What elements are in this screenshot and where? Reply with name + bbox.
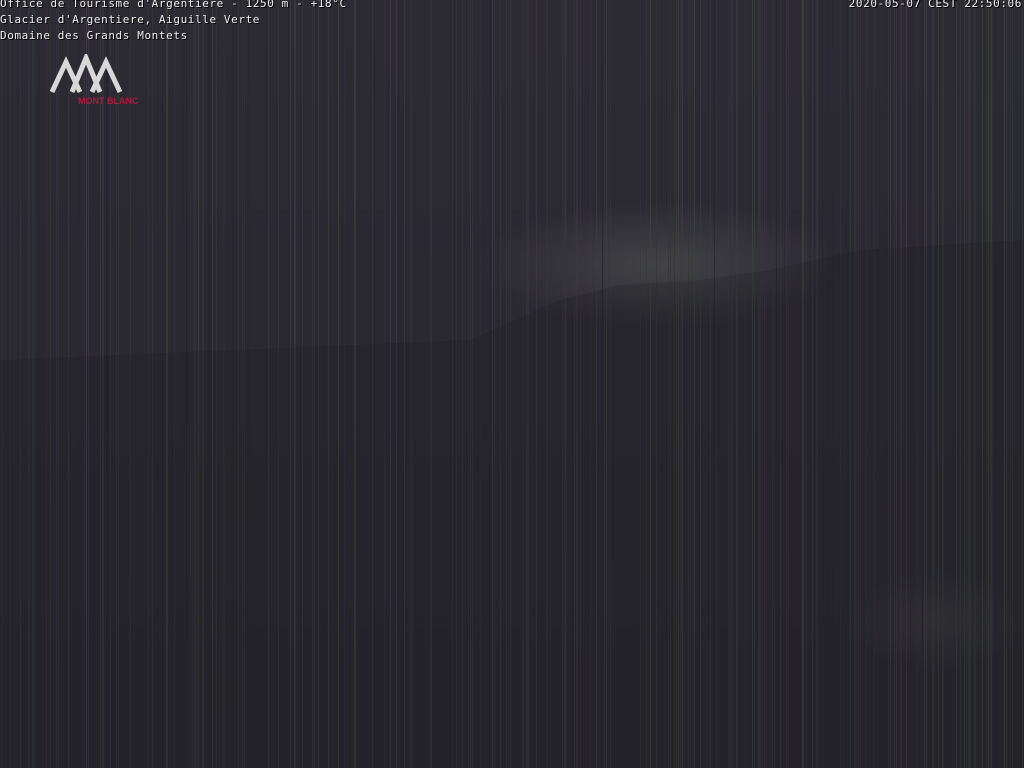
mountain-silhouette bbox=[0, 240, 1024, 768]
webcam-frame: Office de Tourisme d'Argentiere - 1250 m… bbox=[0, 0, 1024, 768]
mountain-logo-icon: MONT BLANC bbox=[50, 54, 139, 106]
timestamp: 2020-05-07 CEST 22:50:06 bbox=[848, 0, 1022, 10]
caption-line-1: Office de Tourisme d'Argentiere - 1250 m… bbox=[0, 0, 347, 10]
caption-line-3: Domaine des Grands Montets bbox=[0, 29, 188, 42]
logo-text: MONT BLANC bbox=[78, 96, 139, 106]
caption-line-2: Glacier d'Argentiere, Aiguille Verte bbox=[0, 13, 261, 26]
night-scene bbox=[0, 0, 1024, 768]
